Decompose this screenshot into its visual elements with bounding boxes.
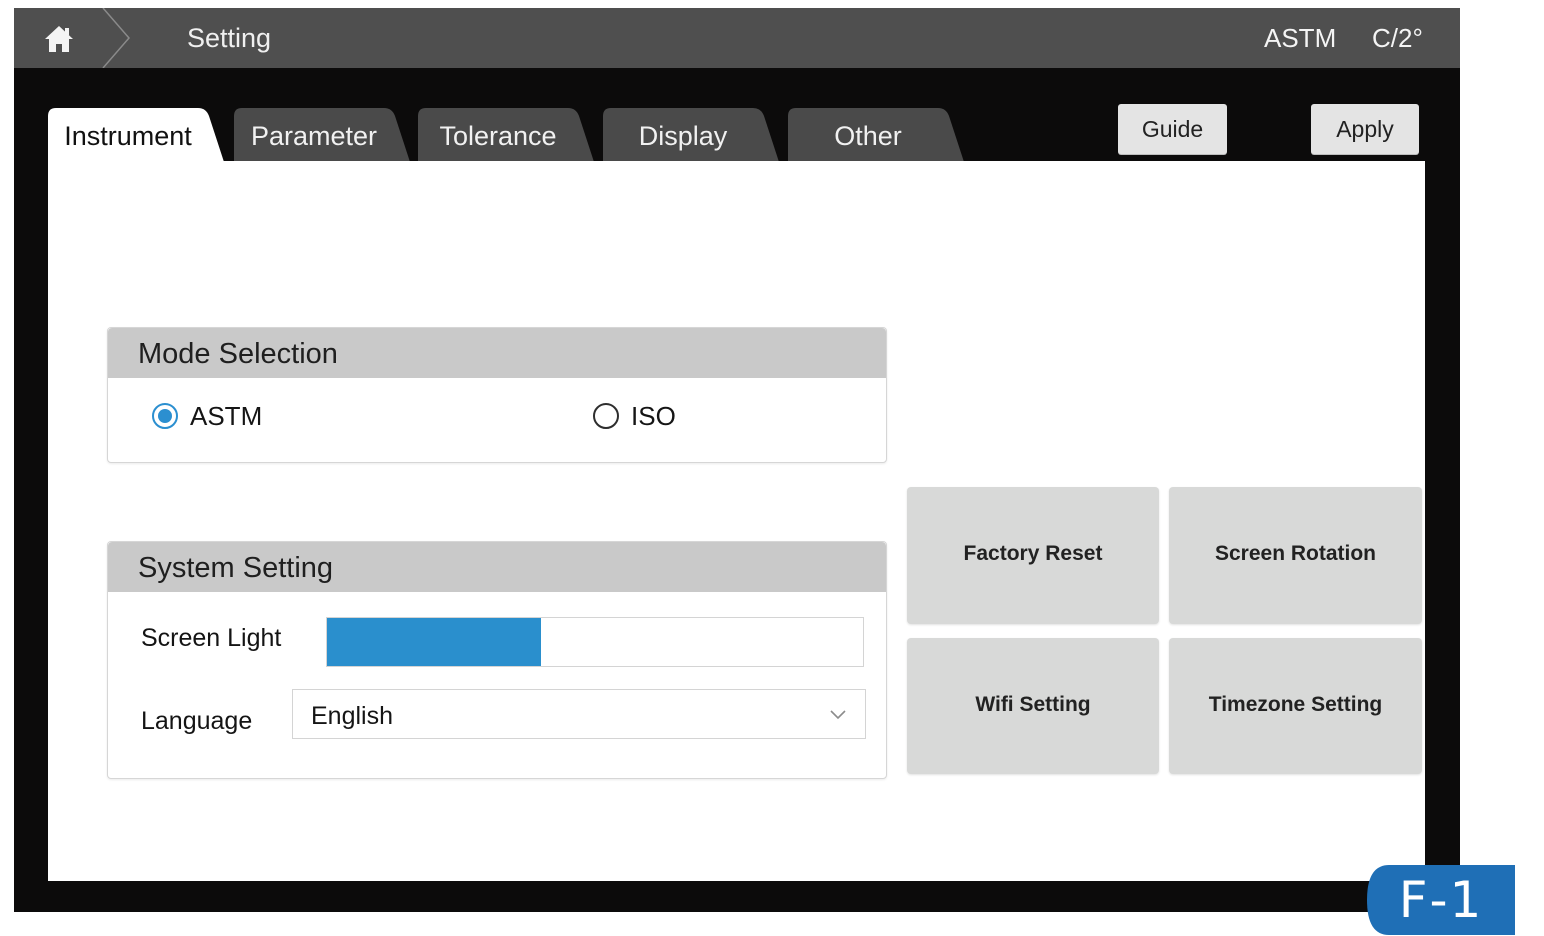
factory-reset-button[interactable]: Factory Reset (907, 487, 1159, 624)
figure-label-badge: F-1 (1367, 865, 1515, 935)
radio-selected-indicator (152, 403, 178, 429)
radio-label: ISO (631, 401, 676, 431)
top-bar: Setting ASTM C/2° (14, 7, 1460, 69)
screen-light-label: Screen Light (141, 624, 282, 652)
apply-button[interactable]: Apply (1311, 104, 1419, 154)
radio-label: ASTM (190, 401, 263, 431)
wifi-setting-button[interactable]: Wifi Setting (907, 638, 1159, 774)
tab-display[interactable]: Display (603, 108, 785, 162)
mode-selection-group: Mode Selection ASTM ISO (107, 327, 887, 463)
screen-light-slider[interactable] (326, 617, 864, 667)
screen-light-level (327, 618, 542, 666)
radio-unselected-indicator (593, 403, 619, 429)
language-select[interactable]: English (292, 689, 866, 739)
system-setting-group: System Setting Screen Light Language Eng… (107, 541, 887, 779)
guide-button[interactable]: Guide (1118, 104, 1227, 154)
tile-label: Screen Rotation (1214, 542, 1377, 565)
settings-panel: Mode Selection ASTM ISO System Setting S… (48, 161, 1425, 881)
group-title: Mode Selection (138, 338, 338, 370)
tab-parameter[interactable]: Parameter (234, 108, 416, 162)
group-header: System Setting (108, 542, 886, 592)
language-label: Language (141, 707, 253, 735)
breadcrumb-separator (102, 7, 130, 69)
tile-label: Timezone Setting (1208, 693, 1383, 716)
group-header: Mode Selection (108, 328, 886, 378)
screen-rotation-button[interactable]: Screen Rotation (1169, 487, 1422, 624)
chevron-down-icon (829, 708, 847, 726)
tab-other[interactable]: Other (788, 108, 970, 162)
group-title: System Setting (138, 552, 334, 584)
observer-angle-indicator: C/2° (1372, 23, 1423, 53)
tab-label: Instrument (64, 121, 192, 151)
page-title: Setting (187, 23, 272, 53)
tab-label: Tolerance (439, 121, 557, 151)
timezone-setting-button[interactable]: Timezone Setting (1169, 638, 1422, 774)
tile-label: Factory Reset (963, 542, 1103, 565)
language-value: English (311, 702, 393, 730)
mode-indicator: ASTM (1264, 23, 1337, 53)
tab-tolerance[interactable]: Tolerance (418, 108, 600, 162)
device-screen: Setting ASTM C/2° Instrument Parameter T… (14, 7, 1460, 912)
tab-label: Other (834, 121, 902, 151)
tab-label: Parameter (250, 121, 378, 151)
tile-label: Wifi Setting (975, 693, 1091, 716)
tab-instrument[interactable]: Instrument (48, 108, 230, 162)
figure-label-text: F-1 (1398, 871, 1484, 929)
home-icon[interactable] (44, 25, 74, 53)
tab-label: Display (638, 121, 728, 151)
